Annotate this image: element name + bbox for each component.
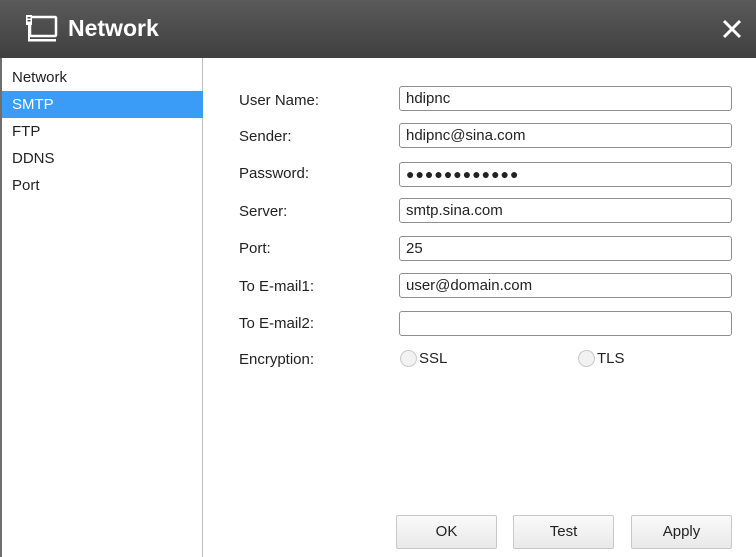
encryption-label: Encryption: — [239, 351, 315, 368]
to-email1-label: To E-mail1: — [239, 278, 315, 295]
apply-button[interactable]: Apply — [631, 515, 732, 549]
password-field[interactable]: ●●●●●●●●●●●● — [399, 162, 732, 187]
monitor-network-icon — [26, 15, 58, 42]
ssl-radio[interactable] — [400, 350, 417, 367]
test-button[interactable]: Test — [513, 515, 614, 549]
title-bar: Network — [0, 0, 756, 58]
close-icon[interactable] — [718, 15, 746, 43]
sidebar-item-smtp[interactable]: SMTP — [2, 91, 203, 118]
sidebar-item-ftp[interactable]: FTP — [2, 118, 203, 145]
sidebar-item-port[interactable]: Port — [2, 172, 203, 199]
user-name-field[interactable]: hdipnc — [399, 86, 732, 111]
sender-label: Sender: — [239, 128, 292, 145]
window-title: Network — [68, 15, 159, 41]
sidebar: Network SMTP FTP DDNS Port — [0, 58, 203, 557]
user-name-label: User Name: — [239, 92, 320, 109]
to-email2-field[interactable] — [399, 311, 732, 336]
ok-button[interactable]: OK — [396, 515, 497, 549]
to-email2-label: To E-mail2: — [239, 315, 315, 332]
sender-field[interactable]: hdipnc@sina.com — [399, 123, 732, 148]
password-label: Password: — [239, 165, 310, 182]
tls-radio-label: TLS — [597, 350, 625, 367]
sidebar-item-network[interactable]: Network — [2, 64, 203, 91]
to-email1-field[interactable]: user@domain.com — [399, 273, 732, 298]
server-field[interactable]: smtp.sina.com — [399, 198, 732, 223]
sidebar-item-ddns[interactable]: DDNS — [2, 145, 203, 172]
ssl-radio-label: SSL — [419, 350, 448, 367]
port-field[interactable]: 25 — [399, 236, 732, 261]
server-label: Server: — [239, 203, 288, 220]
tls-radio[interactable] — [578, 350, 595, 367]
port-label: Port: — [239, 240, 271, 257]
